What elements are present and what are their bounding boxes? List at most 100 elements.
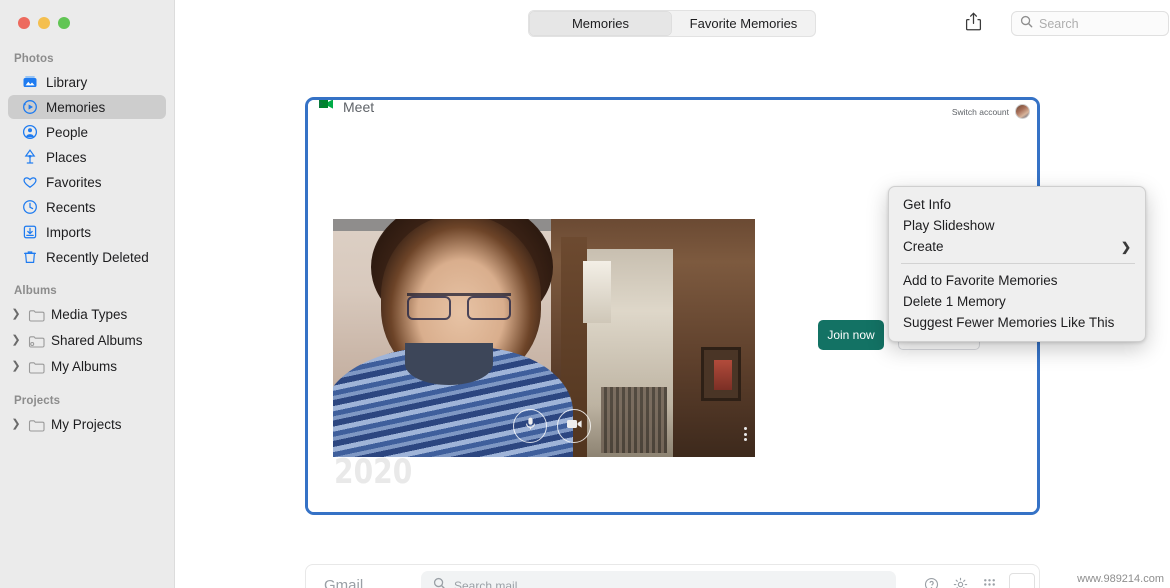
photo-picture-frame [701,347,741,401]
sidebar-item-label: Places [46,150,87,165]
more-options-button[interactable] [744,427,747,441]
tab-memories[interactable]: Memories [529,11,672,36]
context-menu-item-add-to-favorite-memories[interactable]: Add to Favorite Memories [889,270,1145,291]
context-menu-item-label: Delete 1 Memory [903,294,1006,309]
photo-person-collar [405,343,493,385]
sidebar-item-people[interactable]: People [8,120,166,144]
zoom-button[interactable] [58,17,70,29]
folder-icon [28,308,45,322]
sidebar-section-albums-title: Albums [0,285,174,301]
folder-icon [28,418,45,432]
apps-grid-icon[interactable] [982,577,997,588]
sidebar-item-label: Recently Deleted [46,250,149,265]
sidebar-item-label: Memories [46,100,105,115]
sidebar-item-label: My Projects [51,417,122,432]
google-meet-icon [316,97,336,119]
sidebar-item-label: People [46,125,88,140]
clock-icon [22,199,38,215]
tab-label: Memories [572,16,629,31]
trash-icon [22,249,38,265]
sidebar-item-label: Favorites [46,175,102,190]
sidebar-item-my-albums[interactable]: ❯ My Albums [8,354,166,379]
context-menu-item-play-slideshow[interactable]: Play Slideshow [889,215,1145,236]
context-menu-item-label: Create [903,239,944,254]
places-pin-icon [22,149,38,165]
sidebar-item-recently-deleted[interactable]: Recently Deleted [8,245,166,269]
gmail-search-placeholder: Search mail [454,579,517,588]
sidebar-item-shared-albums[interactable]: ❯ Shared Albums [8,328,166,353]
sidebar-item-favorites[interactable]: Favorites [8,170,166,194]
tab-label: Favorite Memories [690,16,798,31]
help-icon[interactable] [924,577,939,588]
photo-radiator [601,387,667,453]
share-icon [965,12,982,36]
memories-icon [22,99,38,115]
minimize-button[interactable] [38,17,50,29]
sidebar-item-media-types[interactable]: ❯ Media Types [8,302,166,327]
tab-favorite-memories[interactable]: Favorite Memories [672,11,815,36]
chevron-right-icon: ❯ [1121,240,1131,254]
memory-photo-thumbnail: YEAR IN REVIEW [333,219,755,457]
switch-account-label: Switch account [952,107,1009,117]
sidebar-item-my-projects[interactable]: ❯ My Projects [8,412,166,437]
microphone-button[interactable] [513,409,547,443]
sidebar: Photos Library Memories People Places [0,0,175,588]
video-camera-icon [566,417,583,435]
context-menu-item-delete-memory[interactable]: Delete 1 Memory [889,291,1145,312]
folder-icon [28,360,45,374]
join-now-button[interactable]: Join now [818,320,884,350]
context-menu-item-label: Suggest Fewer Memories Like This [903,315,1114,330]
chevron-right-icon[interactable]: ❯ [10,335,22,346]
context-menu-item-suggest-fewer-memories[interactable]: Suggest Fewer Memories Like This [889,312,1145,333]
context-menu-item-label: Get Info [903,197,951,212]
chevron-right-icon[interactable]: ❯ [10,419,22,430]
sidebar-item-label: Library [46,75,87,90]
sidebar-item-memories[interactable]: Memories [8,95,166,119]
heart-icon [22,174,38,190]
gmail-account-avatar[interactable] [1009,573,1035,588]
photos-library-icon [22,74,38,90]
camera-button[interactable] [557,409,591,443]
gmail-search-field[interactable]: Search mail [421,571,896,588]
main-content: Memories Favorite Memories [175,0,1170,588]
context-menu: Get Info Play Slideshow Create ❯ Add to … [888,186,1146,342]
toolbar: Memories Favorite Memories [175,0,1170,48]
sidebar-item-places[interactable]: Places [8,145,166,169]
avatar[interactable] [1015,104,1030,119]
chevron-right-icon[interactable]: ❯ [10,309,22,320]
sidebar-item-imports[interactable]: Imports [8,220,166,244]
search-field[interactable] [1011,11,1169,36]
chevron-right-icon[interactable]: ❯ [10,361,22,372]
search-input[interactable] [1039,17,1159,31]
shared-folder-icon [28,334,45,348]
photo-person-glasses [407,293,511,315]
window-traffic-lights [0,0,174,29]
photos-app-window: Photos Library Memories People Places [0,0,1170,588]
context-menu-separator [901,263,1135,264]
sidebar-item-label: Shared Albums [51,333,143,348]
sidebar-section-photos-title: Photos [0,53,174,69]
share-button[interactable] [962,12,984,36]
memory-overlay-year: 2020 [334,452,412,492]
photo-towel [583,261,611,323]
vertical-dots-icon [744,438,747,441]
join-now-label: Join now [827,328,874,342]
import-icon [22,224,38,240]
sidebar-item-library[interactable]: Library [8,70,166,94]
vertical-dots-icon [744,433,747,436]
context-menu-item-get-info[interactable]: Get Info [889,194,1145,215]
watermark: www.989214.com [1077,573,1164,585]
settings-icon[interactable] [953,577,968,588]
context-menu-item-create[interactable]: Create ❯ [889,236,1145,257]
context-menu-item-label: Play Slideshow [903,218,995,233]
meet-branding: Meet [316,97,374,119]
people-icon [22,124,38,140]
switch-account-control[interactable]: Switch account [952,104,1030,119]
sidebar-item-recents[interactable]: Recents [8,195,166,219]
vertical-dots-icon [744,427,747,430]
mic-icon [524,416,537,436]
meet-app-name: Meet [343,99,374,115]
sidebar-item-label: Imports [46,225,91,240]
close-button[interactable] [18,17,30,29]
memory-card-gmail[interactable]: Gmail Search mail [305,564,1040,588]
